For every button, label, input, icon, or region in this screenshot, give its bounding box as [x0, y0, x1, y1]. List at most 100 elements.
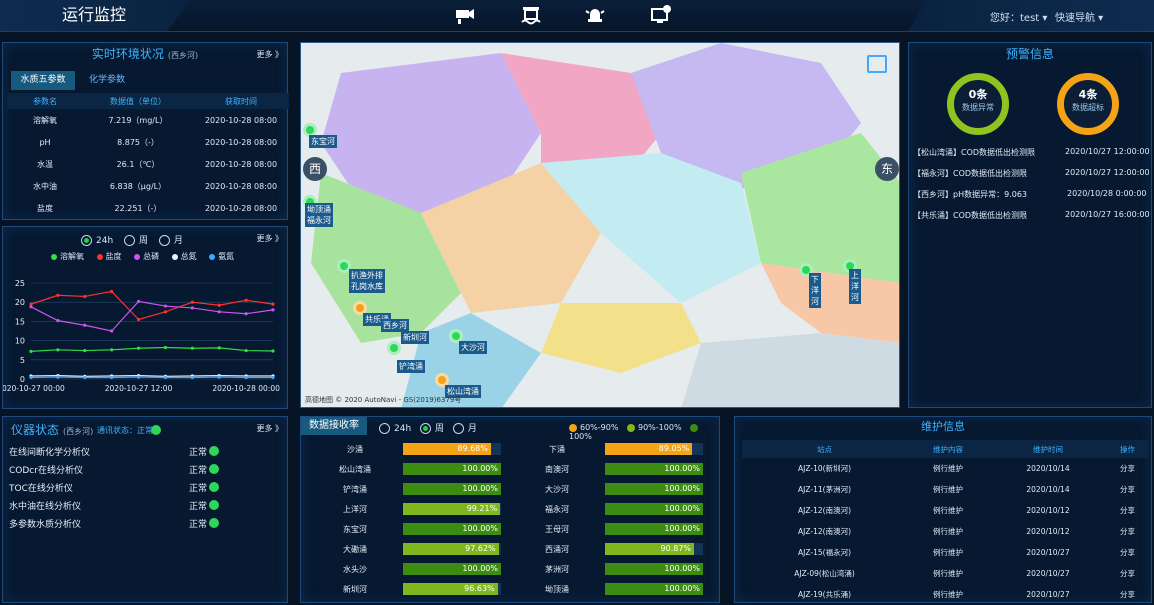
data-point[interactable] [29, 305, 33, 309]
fullscreen-icon[interactable] [867, 55, 887, 73]
data-point[interactable] [163, 310, 168, 314]
data-point[interactable] [29, 375, 33, 380]
data-point[interactable] [29, 349, 33, 353]
data-point[interactable] [271, 302, 275, 306]
range-24h-radio[interactable] [379, 423, 390, 434]
data-point[interactable] [244, 348, 248, 353]
receive-bar[interactable]: 100.00% [605, 503, 703, 515]
data-point[interactable] [136, 346, 141, 350]
data-point[interactable] [136, 299, 141, 304]
receive-bar[interactable]: 99.21% [403, 503, 501, 515]
data-point[interactable] [190, 306, 194, 310]
data-point[interactable] [163, 345, 168, 350]
station-label[interactable]: 东宝河 [309, 135, 337, 148]
monitoring-map[interactable]: 西 东 东宝河 坳顶涌 福永河 扒渔外排 孔岗水库 共乐涌 西乡河 新圳河 铲湾… [300, 42, 900, 408]
data-point[interactable] [83, 348, 87, 353]
share-button[interactable]: 分享 [1107, 563, 1148, 584]
share-button[interactable]: 分享 [1107, 584, 1148, 605]
data-point[interactable] [83, 375, 87, 380]
warning-text[interactable]: 【共乐涌】COD数据低出检测限 [913, 210, 1027, 221]
receive-bar[interactable]: 96.63% [403, 583, 501, 595]
share-button[interactable]: 分享 [1107, 500, 1148, 521]
tab-chemical-params[interactable]: 化学参数 [75, 71, 139, 90]
station-label[interactable]: 孔岗水库 [349, 280, 385, 293]
range-24h-radio[interactable] [81, 235, 92, 246]
data-point[interactable] [271, 375, 275, 380]
data-point[interactable] [217, 346, 221, 350]
data-point[interactable] [110, 375, 114, 380]
data-point[interactable] [110, 348, 114, 352]
station-label[interactable]: 下洋河 [809, 273, 821, 308]
warning-text[interactable]: 【松山湾涌】COD数据低出检测限 [913, 147, 1035, 158]
gauge-data-anomaly[interactable]: 0条 数据异常 [947, 73, 1009, 135]
receive-bar[interactable]: 100.00% [403, 563, 501, 575]
data-point[interactable] [217, 303, 221, 307]
device-name[interactable]: CODcr在线分析仪 [9, 463, 83, 476]
monitor-alert-icon[interactable] [650, 4, 672, 26]
share-button[interactable]: 分享 [1107, 458, 1148, 479]
receive-bar[interactable]: 100.00% [403, 483, 501, 495]
alarm-icon[interactable] [584, 4, 606, 26]
share-button[interactable]: 分享 [1107, 521, 1148, 542]
device-name[interactable]: 多参数水质分析仪 [9, 517, 81, 530]
data-point[interactable] [110, 329, 114, 333]
data-point[interactable] [244, 375, 248, 380]
share-button[interactable]: 分享 [1107, 479, 1148, 500]
range-month-radio[interactable] [158, 235, 170, 246]
data-point[interactable] [190, 300, 194, 304]
data-point[interactable] [136, 317, 141, 322]
station-label[interactable]: 大沙河 [459, 341, 487, 354]
receive-bar[interactable]: 100.00% [605, 583, 703, 595]
station-label[interactable]: 福永河 [305, 214, 333, 227]
data-point[interactable] [271, 349, 275, 353]
range-week-radio[interactable] [420, 423, 432, 434]
warning-text[interactable]: 【福永河】COD数据低出检测限 [913, 168, 1027, 179]
receive-bar[interactable]: 90.87% [605, 543, 703, 555]
receive-bar[interactable]: 100.00% [403, 463, 501, 475]
device-more-link[interactable]: 更多 》 [256, 423, 283, 434]
receive-bar[interactable]: 89.05% [605, 443, 703, 455]
tab-water-five-params[interactable]: 水质五参数 [11, 71, 75, 90]
data-point[interactable] [244, 298, 248, 302]
data-point[interactable] [190, 375, 194, 380]
data-point[interactable] [136, 375, 141, 379]
range-month-radio[interactable] [452, 423, 464, 434]
data-point[interactable] [56, 293, 60, 297]
data-point[interactable] [271, 308, 275, 312]
camera-icon[interactable] [454, 4, 476, 26]
receive-bar[interactable]: 89.68% [403, 443, 501, 455]
water-station-icon[interactable] [520, 4, 542, 26]
device-name[interactable]: 在线间断化学分析仪 [9, 445, 90, 458]
data-point[interactable] [163, 375, 168, 380]
station-label[interactable]: 上洋河 [849, 269, 861, 304]
data-point[interactable] [217, 310, 221, 314]
receive-bar[interactable]: 100.00% [403, 523, 501, 535]
data-point[interactable] [83, 294, 87, 299]
receive-bar[interactable]: 97.62% [403, 543, 501, 555]
gauge-data-exceed[interactable]: 4条 数据超标 [1057, 73, 1119, 135]
map-east-label[interactable]: 东 [875, 157, 899, 181]
data-point[interactable] [163, 304, 168, 308]
receive-bar[interactable]: 100.00% [605, 463, 703, 475]
device-name[interactable]: 水中油在线分析仪 [9, 499, 81, 512]
receive-bar[interactable]: 100.00% [605, 523, 703, 535]
receive-bar[interactable]: 100.00% [605, 483, 703, 495]
receive-bar[interactable]: 100.00% [605, 563, 703, 575]
warning-text[interactable]: 【西乡河】pH数据异常：9.063 [913, 189, 1027, 200]
quick-nav-menu[interactable]: 快速导航 ▾ [1055, 9, 1103, 24]
env-more-link[interactable]: 更多 》 [256, 49, 283, 60]
range-week-radio[interactable] [124, 235, 136, 246]
station-marker[interactable] [387, 341, 401, 355]
station-label[interactable]: 铲湾涌 [397, 360, 425, 373]
data-point[interactable] [56, 375, 60, 379]
trend-more-link[interactable]: 更多 》 [256, 233, 283, 244]
device-name[interactable]: TOC在线分析仪 [9, 481, 73, 494]
map-west-label[interactable]: 西 [303, 157, 327, 181]
data-point[interactable] [56, 348, 60, 352]
data-point[interactable] [56, 319, 60, 323]
data-point[interactable] [83, 323, 87, 327]
share-button[interactable]: 分享 [1107, 542, 1148, 563]
station-label[interactable]: 新圳河 [401, 331, 429, 344]
user-menu[interactable]: 您好：test ▾ [990, 9, 1047, 24]
data-point[interactable] [110, 289, 114, 294]
